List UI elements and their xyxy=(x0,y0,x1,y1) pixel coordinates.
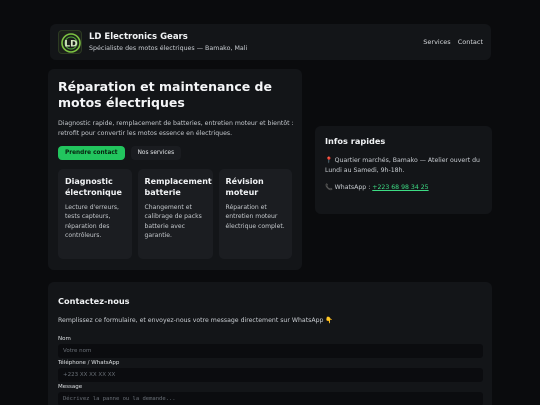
service-card-title: Remplacement batterie xyxy=(144,177,212,197)
service-card-title: Diagnostic électronique xyxy=(65,177,122,197)
contact-button[interactable]: Prendre contact xyxy=(58,146,125,160)
service-card-text: Réparation et entretien moteur électriqu… xyxy=(225,204,285,230)
message-label: Message xyxy=(58,384,83,390)
contact-section: Contactez-nous Remplissez ce formulaire,… xyxy=(48,282,492,405)
service-cards: Diagnostic électronique Lecture d'erreur… xyxy=(58,169,292,259)
contact-title: Contactez-nous xyxy=(58,296,130,306)
hero-buttons: Prendre contact Nos services xyxy=(58,146,292,160)
quick-info-title: Infos rapides xyxy=(325,136,386,146)
brand-title: LD Electronics Gears xyxy=(89,32,188,42)
name-field-group: Nom Votre nom xyxy=(58,336,483,358)
quick-info-panel: Infos rapides 📍 Quartier marchés, Bamako… xyxy=(315,126,492,214)
phone-field-group: Téléphone / WhatsApp +223 XX XX XX XX xyxy=(58,360,483,382)
whatsapp-line: 📞 WhatsApp : +223 68 98 34 25 xyxy=(325,183,482,191)
site-header: LD LD Electronics Gears Spécialiste des … xyxy=(50,24,491,60)
phone-input[interactable]: +223 XX XX XX XX xyxy=(58,368,483,382)
address-text: 📍 Quartier marchés, Bamako — Atelier ouv… xyxy=(325,157,480,174)
services-button[interactable]: Nos services xyxy=(130,146,182,160)
hero-section: Réparation et maintenance de motos élect… xyxy=(48,69,302,270)
brand-subtitle: Spécialiste des motos électriques — Bama… xyxy=(89,45,248,52)
service-card-motor: Révision moteur Réparation et entretien … xyxy=(218,169,292,259)
name-input[interactable]: Votre nom xyxy=(58,344,483,358)
message-field-group: Message Décrivez la panne ou la demande.… xyxy=(58,384,483,405)
contact-intro: Remplissez ce formulaire, et envoyez-nou… xyxy=(58,317,334,324)
service-card-text: Changement et calibrage de packs batteri… xyxy=(144,204,202,240)
hero-title: Réparation et maintenance de motos élect… xyxy=(58,79,272,110)
service-card-battery: Remplacement batterie Changement et cali… xyxy=(137,169,213,259)
main-nav: Services Contact xyxy=(423,38,483,46)
brand: LD Electronics Gears Spécialiste des mot… xyxy=(89,32,247,52)
svg-text:LD: LD xyxy=(64,40,77,50)
whatsapp-label: 📞 WhatsApp : xyxy=(325,184,373,191)
phone-label: Téléphone / WhatsApp xyxy=(58,360,120,366)
service-card-text: Lecture d'erreurs, tests capteurs, répar… xyxy=(65,204,119,240)
logo-icon: LD xyxy=(58,30,82,54)
whatsapp-link[interactable]: +223 68 98 34 25 xyxy=(372,184,428,191)
name-label: Nom xyxy=(58,336,71,342)
nav-link-contact[interactable]: Contact xyxy=(458,38,483,46)
service-card-diagnostic: Diagnostic électronique Lecture d'erreur… xyxy=(58,169,132,259)
hero-description: Diagnostic rapide, remplacement de batte… xyxy=(58,120,294,137)
service-card-title: Révision moteur xyxy=(225,177,264,197)
message-textarea[interactable]: Décrivez la panne ou la demande... xyxy=(58,392,483,405)
nav-link-services[interactable]: Services xyxy=(423,38,450,46)
